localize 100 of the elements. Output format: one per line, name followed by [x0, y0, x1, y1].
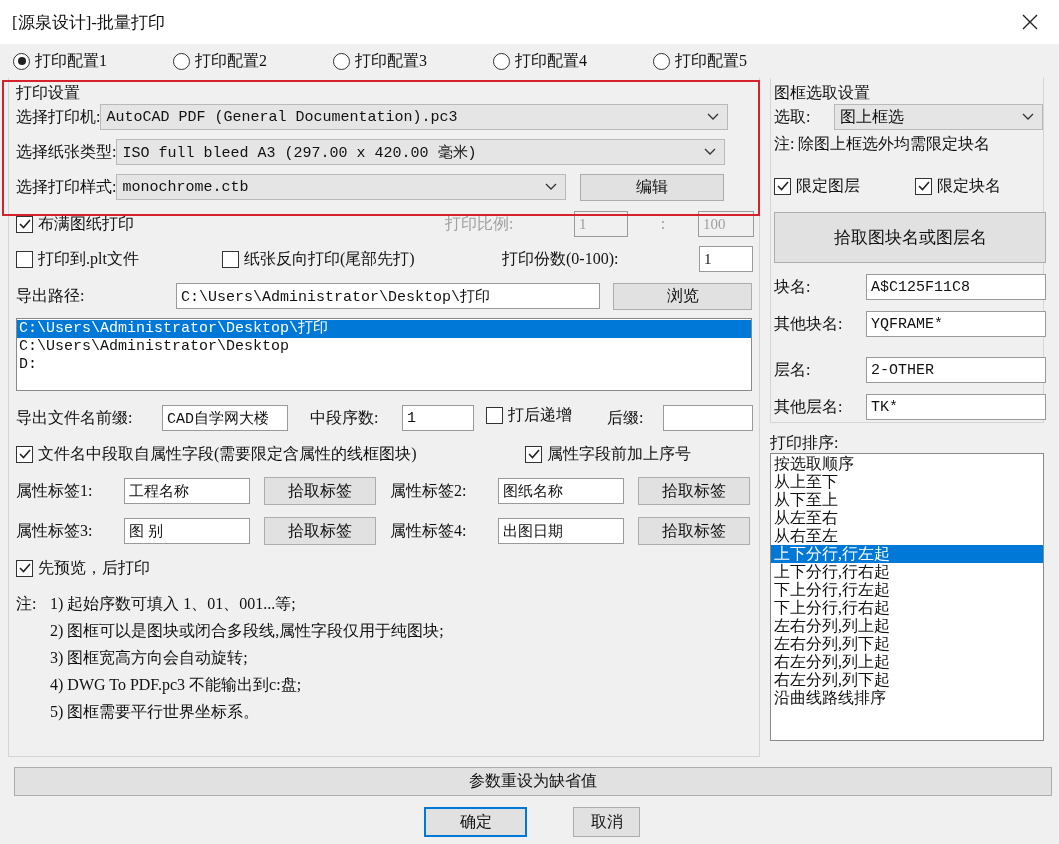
export-path-field[interactable]: C:\Users\Administrator\Desktop\打印 — [176, 283, 600, 309]
sort-list-item[interactable]: 右左分列,列上起 — [771, 653, 1043, 671]
plot-style-label: 选择打印样式: — [16, 176, 117, 197]
plot-style-dropdown[interactable]: monochrome.ctb — [116, 174, 567, 200]
notes-label: 注: — [16, 595, 37, 612]
checkmark-icon — [916, 180, 931, 192]
path-list[interactable]: C:\Users\Administrator\Desktop\打印 C:\Users\Administrator\Desktop D: — [16, 318, 752, 391]
radio-dot[interactable] — [493, 52, 510, 70]
limit-layer-checkbox[interactable]: 限定图层 — [774, 175, 915, 197]
sort-list-item[interactable]: 右左分列,列下起 — [771, 671, 1043, 689]
prefix-field[interactable]: CAD自学网大楼 — [162, 405, 288, 431]
path-list-item[interactable]: C:\Users\Administrator\Desktop — [17, 338, 751, 356]
pick-tag-button[interactable]: 拾取标签 — [264, 517, 376, 545]
profile-radio[interactable]: 打印配置1 — [13, 50, 173, 72]
window-title: [源泉设计]-批量打印 — [12, 11, 165, 34]
edit-button[interactable]: 编辑 — [580, 173, 725, 201]
checkmark-icon — [17, 218, 32, 230]
group-title: 打印设置 — [16, 83, 81, 103]
note-text: 5) 图框需要平行世界坐标系。 — [50, 702, 260, 723]
sort-list-item[interactable]: 下上分行,行右起 — [771, 599, 1043, 617]
pick-tag-button[interactable]: 拾取标签 — [638, 477, 750, 505]
field-label: 块名: — [774, 276, 812, 297]
profile-radio[interactable]: 打印配置4 — [493, 50, 653, 72]
printer-dropdown[interactable]: AutoCAD PDF (General Documentation).pc3 — [100, 104, 729, 130]
sort-list-item[interactable]: 左右分列,列下起 — [771, 635, 1043, 653]
select-dropdown[interactable]: 图上框选 — [834, 104, 1043, 130]
pick-block-or-layer-button[interactable]: 拾取图块名或图层名 — [774, 212, 1046, 263]
reset-defaults-button[interactable]: 参数重设为缺省值 — [14, 767, 1052, 796]
pick-tag-button[interactable]: 拾取标签 — [638, 517, 750, 545]
limit-block-checkbox[interactable]: 限定块名 — [915, 175, 1001, 197]
middle-from-attribute-checkbox[interactable]: 文件名中段取自属性字段(需要限定含属性的线框图块) — [16, 443, 525, 465]
scale-label: 打印比例: — [445, 213, 515, 234]
radio-dot[interactable] — [653, 52, 670, 70]
field-label: 其他层名: — [774, 396, 844, 417]
reverse-order-checkbox[interactable]: 纸张反向打印(尾部先打) — [222, 248, 502, 270]
suffix-field[interactable] — [663, 405, 753, 431]
sort-list-item[interactable]: 上下分行,行右起 — [771, 563, 1043, 581]
sort-list-item[interactable]: 下上分行,行左起 — [771, 581, 1043, 599]
export-path-label: 导出路径: — [16, 285, 86, 306]
suffix-label: 后缀: — [607, 407, 645, 428]
attribute-tag-field[interactable]: 图纸名称 — [498, 478, 624, 504]
copies-label: 打印份数(0-100): — [502, 248, 620, 270]
attribute-tag-label: 属性标签1: — [16, 480, 94, 501]
note-text: 4) DWG To PDF.pc3 不能输出到c:盘; — [50, 675, 302, 696]
sort-list-item[interactable]: 按选取顺序 — [771, 455, 1043, 473]
middle-number-field[interactable]: 1 — [402, 405, 474, 431]
name-field[interactable]: TK* — [866, 394, 1046, 420]
sort-list[interactable]: 按选取顺序 从上至下 从下至上 从左至右 从右至左 上下分行,行左起 上下分行,行右起 下上分行,行左起 下上分行,行右起 左右分列,列上起 左右分列,列下起 右左分列,列上起 右左分列,列下起 沿曲线路线排序 — [770, 453, 1044, 741]
sort-list-item[interactable]: 上下分行,行左起 — [771, 545, 1043, 563]
attribute-tag-label: 属性标签3: — [16, 520, 94, 541]
name-field[interactable]: A$C125F11C8 — [866, 274, 1046, 300]
sort-list-item[interactable]: 左右分列,列上起 — [771, 617, 1043, 635]
fit-to-paper-checkbox[interactable]: 布满图纸打印 — [16, 213, 445, 235]
checkmark-icon — [17, 562, 32, 574]
attribute-tag-label: 属性标签2: — [390, 480, 468, 501]
path-list-item[interactable]: D: — [17, 356, 751, 374]
sort-label: 打印排序: — [770, 433, 840, 453]
cancel-button[interactable]: 取消 — [573, 807, 640, 837]
sort-list-item[interactable]: 从下至上 — [771, 491, 1043, 509]
sort-list-item[interactable]: 从左至右 — [771, 509, 1043, 527]
path-list-item[interactable]: C:\Users\Administrator\Desktop\打印 — [17, 320, 751, 338]
preview-first-checkbox[interactable]: 先预览，后打印 — [16, 557, 150, 579]
caret-icon — [704, 148, 717, 156]
pick-tag-button[interactable]: 拾取标签 — [264, 477, 376, 505]
caret-icon — [1022, 113, 1034, 121]
caret-icon — [545, 183, 558, 191]
attribute-tag-field[interactable]: 图 别 — [124, 518, 250, 544]
radio-dot[interactable] — [333, 52, 350, 70]
sort-list-item[interactable]: 从右至左 — [771, 527, 1043, 545]
note-text: 1) 起始序数可填入 1、01、001...等; — [50, 594, 296, 615]
name-field[interactable]: YQFRAME* — [866, 311, 1046, 337]
radio-dot[interactable] — [13, 52, 30, 70]
profile-radio[interactable]: 打印配置3 — [333, 50, 493, 72]
paper-dropdown[interactable]: ISO full bleed A3 (297.00 x 420.00 毫米) — [116, 139, 726, 165]
checkmark-icon — [526, 448, 541, 460]
checkmark-icon — [775, 180, 790, 192]
increment-checkbox[interactable]: 打后递增 — [486, 405, 607, 426]
checkmark-icon — [17, 448, 32, 460]
sort-list-item[interactable]: 沿曲线路线排序 — [771, 689, 1043, 707]
field-label: 层名: — [774, 359, 812, 380]
select-label: 选取: — [774, 106, 812, 127]
printer-label: 选择打印机: — [16, 106, 101, 127]
attribute-tag-label: 属性标签4: — [390, 520, 468, 541]
plot-to-file-checkbox[interactable]: 打印到.plt文件 — [16, 248, 222, 270]
scale-separator: : — [659, 215, 667, 233]
profile-radio[interactable]: 打印配置5 — [653, 50, 813, 72]
attribute-tag-field[interactable]: 出图日期 — [498, 518, 624, 544]
close-icon[interactable] — [1022, 14, 1038, 30]
attribute-tag-field[interactable]: 工程名称 — [124, 478, 250, 504]
profile-radio[interactable]: 打印配置2 — [173, 50, 333, 72]
sort-list-item[interactable]: 从上至下 — [771, 473, 1043, 491]
paper-label: 选择纸张类型: — [16, 141, 117, 162]
prefix-label: 导出文件名前缀: — [16, 407, 134, 428]
radio-dot[interactable] — [173, 52, 190, 70]
prefix-serial-checkbox[interactable]: 属性字段前加上序号 — [525, 443, 691, 465]
name-field[interactable]: 2-OTHER — [866, 357, 1046, 383]
caret-icon — [707, 113, 720, 121]
browse-button[interactable]: 浏览 — [613, 282, 752, 310]
copies-field[interactable]: 1 — [699, 246, 753, 272]
ok-button[interactable]: 确定 — [424, 807, 527, 837]
